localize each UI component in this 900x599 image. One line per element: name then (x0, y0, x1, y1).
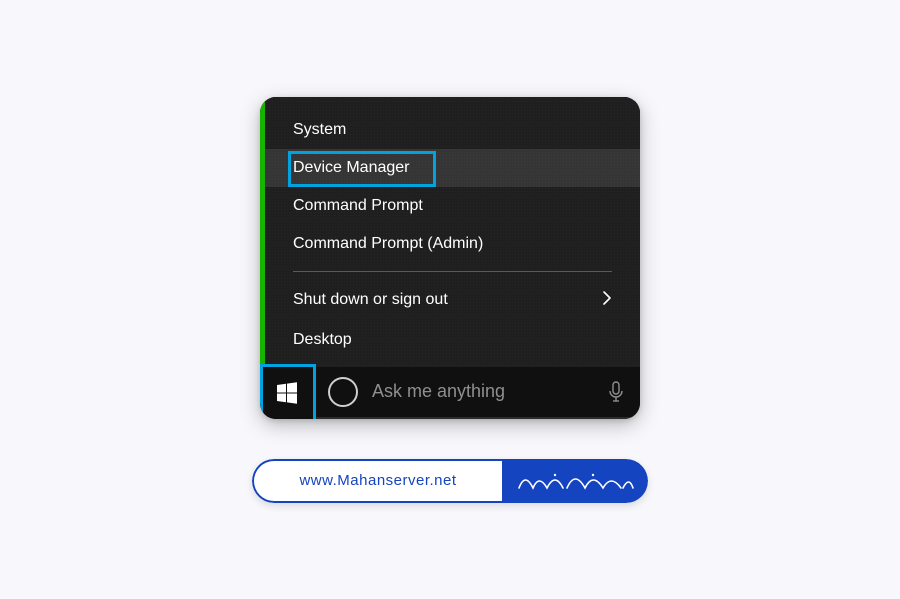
menu-item-label: Command Prompt (293, 197, 423, 215)
menu-item-command-prompt-admin[interactable]: Command Prompt (Admin) (265, 225, 640, 263)
menu-item-label: Device Manager (293, 159, 410, 177)
menu-item-system[interactable]: System (265, 111, 640, 149)
menu-body: System Device Manager Command Prompt Com… (265, 97, 640, 367)
screenshot-container: System Device Manager Command Prompt Com… (260, 97, 640, 419)
search-placeholder: Ask me anything (372, 381, 606, 402)
menu-divider (293, 271, 612, 272)
taskbar-search[interactable]: Ask me anything (314, 367, 640, 419)
watermark-brand-logo (502, 459, 648, 503)
microphone-icon[interactable] (606, 379, 626, 405)
taskbar: Ask me anything (260, 367, 640, 419)
menu-item-device-manager[interactable]: Device Manager (265, 149, 640, 187)
menu-item-label: Shut down or sign out (293, 291, 448, 309)
menu-item-label: Command Prompt (Admin) (293, 235, 483, 253)
menu-item-label: Desktop (293, 331, 352, 349)
windows-logo-icon (275, 381, 299, 405)
winx-quick-menu: System Device Manager Command Prompt Com… (260, 97, 640, 367)
cortana-icon (328, 377, 358, 407)
menu-item-shutdown-signout[interactable]: Shut down or sign out (265, 280, 640, 321)
menu-item-command-prompt[interactable]: Command Prompt (265, 187, 640, 225)
menu-item-label: System (293, 121, 346, 139)
chevron-right-icon (602, 290, 612, 311)
menu-item-desktop[interactable]: Desktop (265, 321, 640, 367)
start-button[interactable] (260, 367, 314, 419)
watermark-bar: www.Mahanserver.net (252, 459, 648, 503)
watermark-url: www.Mahanserver.net (252, 459, 502, 503)
